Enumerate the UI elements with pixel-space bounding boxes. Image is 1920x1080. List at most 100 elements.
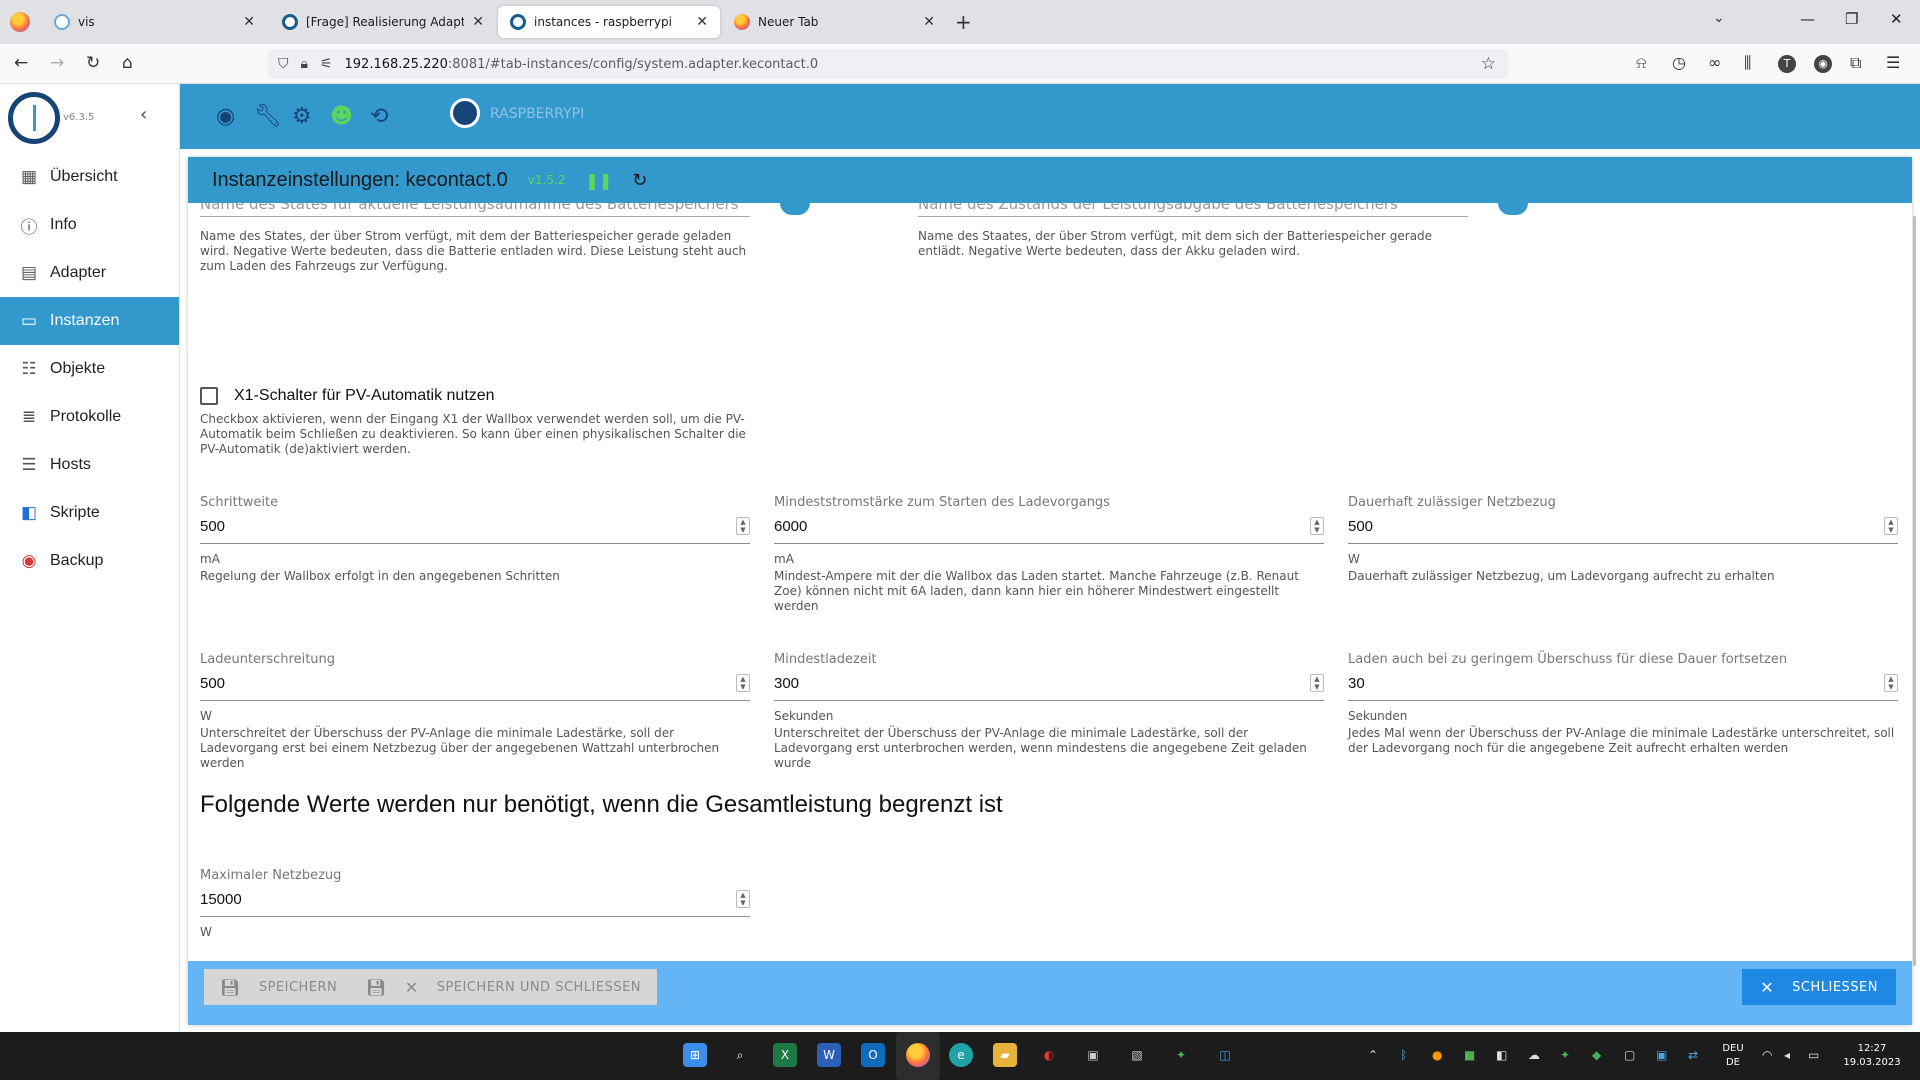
pause-icon[interactable]: ❚❚ bbox=[585, 171, 612, 190]
extensions-puzzle-icon[interactable]: ⧉ bbox=[1850, 53, 1861, 73]
close-tab-icon[interactable]: ✕ bbox=[696, 14, 708, 30]
browser-tab-instances[interactable]: instances - raspberrypi ✕ bbox=[498, 6, 720, 38]
permanent-grid-draw-input[interactable]: 500 ▲ ▼ bbox=[1348, 510, 1898, 544]
app-icon[interactable]: ▧ bbox=[1125, 1043, 1149, 1067]
sidebar-item-adapter[interactable]: ▤ Adapter bbox=[0, 249, 179, 297]
pocket-icon[interactable]: ⍾ bbox=[1636, 53, 1647, 73]
lock-icon[interactable]: 🔒︎ bbox=[301, 56, 308, 72]
x1-switch-checkbox-row[interactable]: X1-Schalter für PV-Automatik nutzen bbox=[200, 387, 495, 405]
tray-app-icon[interactable]: ● bbox=[1432, 1048, 1442, 1062]
tray-app-icon[interactable]: ■ bbox=[1464, 1048, 1475, 1062]
word-icon[interactable]: W bbox=[817, 1043, 841, 1067]
number-stepper-icon[interactable]: ▲ ▼ bbox=[736, 890, 750, 908]
bookmark-star-icon[interactable]: ☆ bbox=[1481, 54, 1496, 74]
extension-icon[interactable]: ◉ bbox=[1814, 55, 1832, 73]
chevron-down-icon[interactable]: ⌄ bbox=[1713, 10, 1725, 26]
browser-tab-vis[interactable]: vis ✕ bbox=[42, 6, 267, 38]
url-bar[interactable]: ⛉ 🔒︎ ⚟ 192.168.25.220 :8081/#tab-instanc… bbox=[268, 49, 1508, 79]
speaker-icon[interactable]: ◂ bbox=[1784, 1048, 1790, 1062]
app-icon[interactable]: ◐ bbox=[1037, 1043, 1061, 1067]
number-stepper-icon[interactable]: ▲ ▼ bbox=[1884, 674, 1898, 692]
charge-underrun-input[interactable]: 500 ▲ ▼ bbox=[200, 667, 750, 701]
reload-instance-icon[interactable]: ↻ bbox=[632, 170, 647, 191]
tray-app-icon[interactable]: ▣ bbox=[1656, 1048, 1667, 1062]
restore-icon[interactable]: ❐ bbox=[1845, 10, 1858, 28]
hamburger-menu-icon[interactable]: ☰ bbox=[1886, 53, 1900, 72]
x1-switch-checkbox[interactable] bbox=[200, 387, 218, 405]
browser-tab-forum[interactable]: [Frage] Realisierung Adapter UD ✕ bbox=[270, 6, 496, 38]
permissions-icon[interactable]: ⚟ bbox=[320, 56, 333, 72]
windows-start-icon[interactable]: ⊞ bbox=[683, 1043, 707, 1067]
min-charge-time-input[interactable]: 300 ▲ ▼ bbox=[774, 667, 1324, 701]
continue-charging-input[interactable]: 30 ▲ ▼ bbox=[1348, 667, 1898, 701]
library-icon[interactable]: ⫼ bbox=[1744, 53, 1751, 73]
clock[interactable]: 12:27 19.03.2023 bbox=[1836, 1042, 1908, 1070]
battery-icon[interactable]: ▭ bbox=[1808, 1048, 1819, 1062]
sidebar-item-instances[interactable]: ▭ Instanzen bbox=[0, 297, 179, 345]
wifi-icon[interactable]: ◠ bbox=[1762, 1048, 1772, 1062]
profile-avatar[interactable]: T bbox=[1778, 55, 1796, 73]
tray-app-icon[interactable]: ✦ bbox=[1560, 1048, 1570, 1062]
number-stepper-icon[interactable]: ▲ ▼ bbox=[736, 517, 750, 535]
refresh-icon[interactable]: ⟲ bbox=[370, 104, 388, 129]
select-state-button[interactable] bbox=[780, 203, 810, 215]
firefox-menu-icon[interactable] bbox=[10, 12, 30, 32]
step-size-input[interactable]: 500 ▲ ▼ bbox=[200, 510, 750, 544]
select-state-button[interactable] bbox=[1498, 203, 1528, 215]
battery-discharge-state-field[interactable]: Name des Zustands der Leistungsabgabe de… bbox=[918, 203, 1468, 259]
minimize-icon[interactable]: — bbox=[1800, 10, 1815, 28]
sidebar-item-backup[interactable]: ◉ Backup bbox=[0, 537, 179, 585]
new-tab-icon[interactable]: + bbox=[955, 10, 972, 34]
remote-desktop-icon[interactable]: ▣ bbox=[1081, 1043, 1105, 1067]
close-tab-icon[interactable]: ✕ bbox=[923, 14, 935, 30]
tray-app-icon[interactable]: ◧ bbox=[1496, 1048, 1507, 1062]
sidebar-item-overview[interactable]: ▦ Übersicht bbox=[0, 153, 179, 201]
wrench-icon[interactable]: 🔧︎ bbox=[254, 104, 282, 129]
eye-icon[interactable]: ◉ bbox=[216, 104, 235, 129]
max-grid-draw-input[interactable]: 15000 ▲ ▼ bbox=[200, 883, 750, 917]
reload-icon[interactable]: ↻ bbox=[86, 53, 100, 73]
history-icon[interactable]: ◷ bbox=[1672, 53, 1686, 72]
chevron-up-icon[interactable]: ⌃ bbox=[1368, 1048, 1378, 1062]
sidebar-item-objects[interactable]: ☷ Objekte bbox=[0, 345, 179, 393]
home-icon[interactable]: ⌂ bbox=[122, 53, 133, 73]
save-button[interactable]: 💾︎ SPEICHERN bbox=[204, 969, 354, 1005]
teamviewer-icon[interactable]: ◫ bbox=[1213, 1043, 1237, 1067]
gear-icon[interactable]: ⚙ bbox=[292, 104, 312, 129]
edge-icon[interactable]: e bbox=[949, 1043, 973, 1067]
close-window-icon[interactable]: ✕ bbox=[1890, 10, 1903, 28]
tray-app-icon[interactable]: ⇄ bbox=[1688, 1048, 1698, 1062]
expert-mode-icon[interactable]: ☻ bbox=[330, 104, 353, 129]
number-stepper-icon[interactable]: ▲ ▼ bbox=[1310, 674, 1324, 692]
host-logo[interactable] bbox=[450, 98, 480, 128]
close-tab-icon[interactable]: ✕ bbox=[472, 14, 484, 30]
iobroker-logo[interactable] bbox=[8, 92, 60, 144]
search-icon[interactable]: ⌕ bbox=[728, 1043, 752, 1067]
close-tab-icon[interactable]: ✕ bbox=[243, 14, 255, 30]
content-scrollbar[interactable] bbox=[1913, 216, 1916, 966]
sidebar-item-hosts[interactable]: ☰ Hosts bbox=[0, 441, 179, 489]
back-icon[interactable]: ← bbox=[14, 53, 28, 73]
browser-tab-new[interactable]: Neuer Tab ✕ bbox=[722, 6, 947, 38]
sidebar-item-logs[interactable]: ≣ Protokolle bbox=[0, 393, 179, 441]
save-and-close-button[interactable]: 💾︎ ✕ SPEICHERN UND SCHLIESSEN bbox=[350, 969, 658, 1005]
host-name[interactable]: RASPBERRYPI bbox=[490, 106, 584, 122]
file-explorer-icon[interactable]: ▰ bbox=[993, 1043, 1017, 1067]
sidebar-item-info[interactable]: ⓘ Info bbox=[0, 201, 179, 249]
outlook-icon[interactable]: O bbox=[861, 1043, 885, 1067]
excel-icon[interactable]: X bbox=[773, 1043, 797, 1067]
firefox-icon[interactable] bbox=[906, 1043, 930, 1067]
battery-charge-state-field[interactable]: Name des States für aktuelle Leistungsau… bbox=[200, 203, 750, 274]
number-stepper-icon[interactable]: ▲ ▼ bbox=[1884, 517, 1898, 535]
collapse-sidebar-icon[interactable]: ‹ bbox=[140, 104, 147, 125]
bluetooth-icon[interactable]: ᛒ bbox=[1400, 1048, 1407, 1062]
onedrive-icon[interactable]: ☁ bbox=[1528, 1048, 1540, 1062]
tray-app-icon[interactable]: ▢ bbox=[1624, 1048, 1635, 1062]
sidebar-item-scripts[interactable]: ◧ Skripte bbox=[0, 489, 179, 537]
shield-icon[interactable]: ⛉ bbox=[278, 56, 289, 72]
close-button[interactable]: ✕ SCHLIESSEN bbox=[1742, 969, 1896, 1005]
min-current-input[interactable]: 6000 ▲ ▼ bbox=[774, 510, 1324, 544]
tray-app-icon[interactable]: ◆ bbox=[1592, 1048, 1601, 1062]
forward-icon[interactable]: → bbox=[50, 53, 64, 73]
keyboard-layout[interactable]: DEU DE bbox=[1716, 1042, 1750, 1070]
